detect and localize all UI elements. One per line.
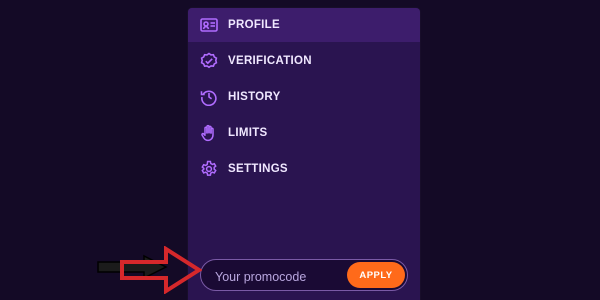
history-clock-icon [200, 88, 218, 106]
menu-item-label: SETTINGS [228, 163, 288, 175]
menu-item-limits[interactable]: LIMITS [188, 116, 420, 150]
verified-badge-icon [200, 52, 218, 70]
menu-item-profile[interactable]: PROFILE [188, 8, 420, 42]
menu-item-label: LIMITS [228, 127, 268, 139]
gear-icon [200, 160, 218, 178]
hand-stop-icon [200, 124, 218, 142]
menu-item-settings[interactable]: SETTINGS [188, 152, 420, 186]
apply-button[interactable]: APPLY [347, 262, 405, 288]
promocode-input[interactable] [213, 266, 347, 288]
menu-item-history[interactable]: HISTORY [188, 80, 420, 114]
menu-item-label: PROFILE [228, 19, 280, 31]
account-menu-panel: PROFILE VERIFICATION HISTORY LIMITS SETT… [188, 8, 420, 300]
menu-item-label: VERIFICATION [228, 55, 312, 67]
menu-item-label: HISTORY [228, 91, 281, 103]
profile-card-icon [200, 16, 218, 34]
promocode-field: APPLY [200, 259, 408, 291]
menu-item-verification[interactable]: VERIFICATION [188, 44, 420, 78]
red-arrow-annotation [120, 246, 202, 294]
